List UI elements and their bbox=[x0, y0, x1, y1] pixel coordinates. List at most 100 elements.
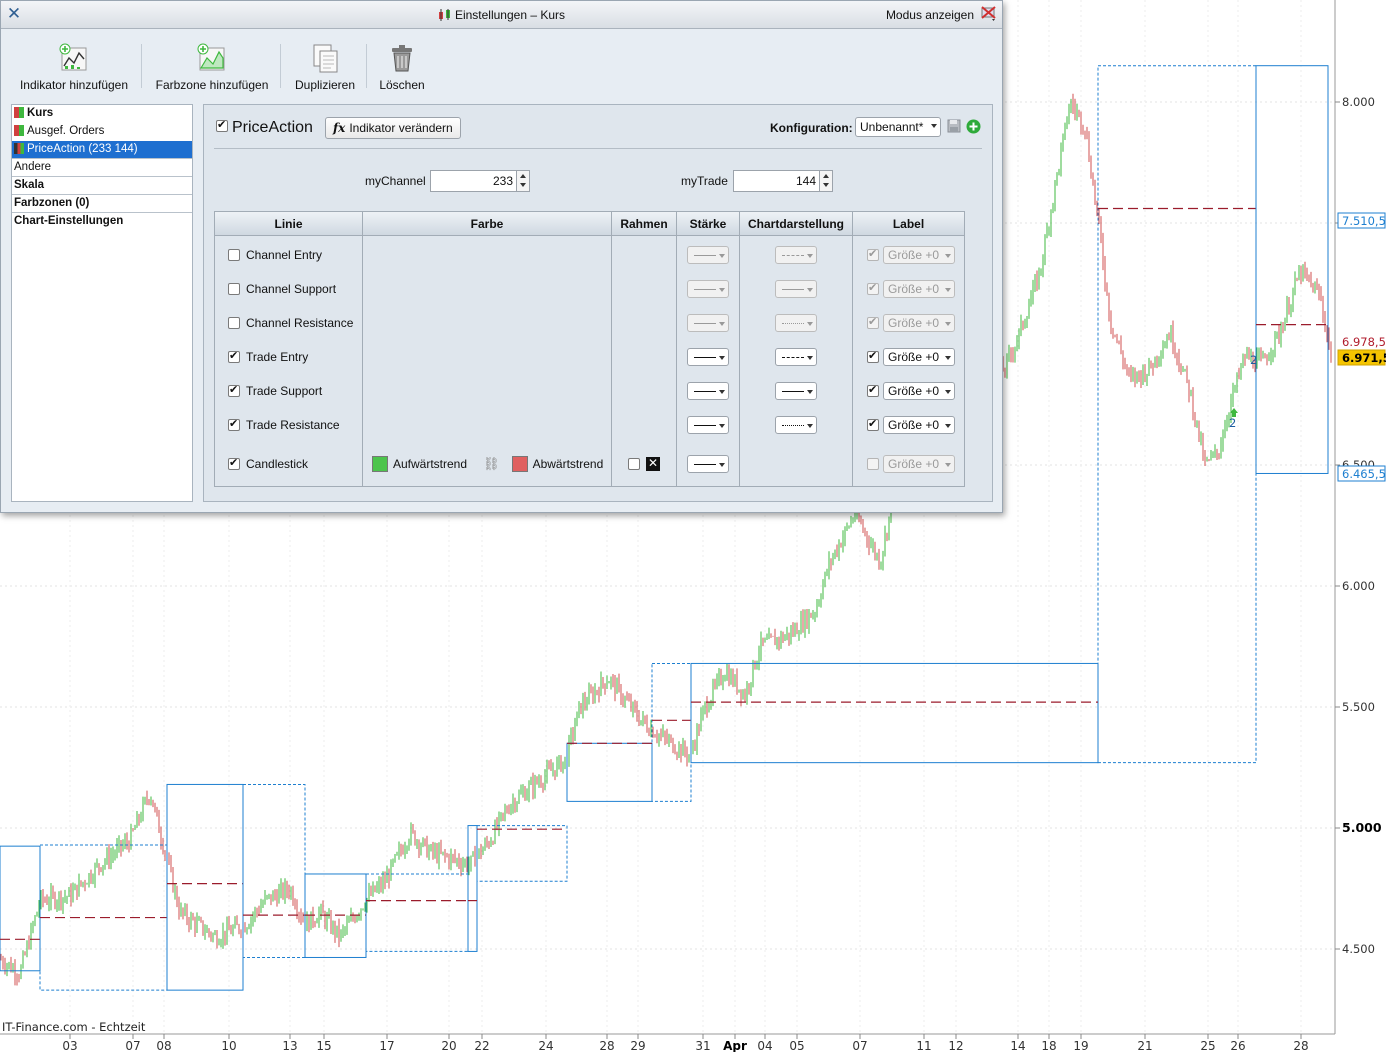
x-tick-label: 28 bbox=[1293, 1039, 1308, 1052]
mychannel-stepper[interactable]: 233 bbox=[430, 170, 530, 192]
line-width-select[interactable] bbox=[687, 382, 729, 400]
label-checkbox[interactable] bbox=[867, 315, 879, 329]
label-checkbox[interactable] bbox=[867, 281, 879, 295]
add-colorzone-label: Farbzone hinzufügen bbox=[155, 78, 269, 92]
x-tick-label: 28 bbox=[599, 1039, 614, 1052]
price-tag: 6.978,5 bbox=[1342, 335, 1386, 349]
label-size-select[interactable]: Größe +0 bbox=[883, 280, 955, 298]
indicator-name: PriceAction bbox=[232, 119, 313, 136]
column-header-staerke: Stärke bbox=[689, 217, 727, 231]
line-visible-checkbox[interactable] bbox=[228, 383, 240, 397]
uptrend-color-swatch[interactable] bbox=[372, 456, 388, 472]
line-width-select[interactable] bbox=[687, 314, 729, 332]
line-name: Channel Resistance bbox=[246, 316, 354, 330]
table-row: Channel Resistance Größe +0 bbox=[215, 306, 964, 340]
tree-item-chart-settings[interactable]: Chart-Einstellungen bbox=[12, 213, 192, 231]
line-name: Trade Support bbox=[246, 384, 323, 398]
line-style-select[interactable] bbox=[775, 348, 817, 366]
line-width-select[interactable] bbox=[687, 416, 729, 434]
change-indicator-button[interactable]: fx Indikator verändern bbox=[325, 117, 461, 139]
link-chain-icon[interactable]: ⛓ bbox=[483, 456, 500, 472]
y-tick-label: 5.000 bbox=[1342, 820, 1382, 835]
line-style-select[interactable] bbox=[775, 416, 817, 434]
line-width-select[interactable] bbox=[687, 280, 729, 298]
stepper-up-icon[interactable] bbox=[520, 174, 526, 178]
x-tick-label: 24 bbox=[538, 1039, 553, 1052]
add-indicator-button[interactable]: Indikator hinzufügen bbox=[15, 42, 133, 92]
add-colorzone-button[interactable]: Farbzone hinzufügen bbox=[151, 42, 273, 92]
line-width-select[interactable] bbox=[687, 348, 729, 366]
stepper-down-icon[interactable] bbox=[823, 183, 829, 187]
chevron-down-icon bbox=[719, 356, 725, 360]
label-size-select[interactable]: Größe +0 bbox=[883, 348, 955, 366]
save-icon[interactable] bbox=[947, 119, 961, 133]
label-size-select[interactable]: Größe +0 bbox=[883, 314, 955, 332]
toolbar-divider bbox=[366, 44, 367, 88]
mytrade-label: myTrade bbox=[681, 174, 728, 188]
chevron-down-icon bbox=[931, 124, 937, 128]
line-style-select[interactable] bbox=[775, 314, 817, 332]
tree-item-kurs[interactable]: Kurs bbox=[12, 105, 192, 123]
x-tick-label: 13 bbox=[282, 1039, 297, 1052]
line-width-select[interactable] bbox=[687, 246, 729, 264]
data-source-label: IT-Finance.com - Echtzeit bbox=[2, 1020, 146, 1034]
configuration-label: Konfiguration: bbox=[770, 121, 853, 135]
x-tick-label: 29 bbox=[630, 1039, 645, 1052]
candlestick-checkbox[interactable] bbox=[228, 456, 240, 470]
tree-item-farbzonen[interactable]: Farbzonen (0) bbox=[12, 195, 192, 213]
tree-item-priceaction[interactable]: PriceAction (233 144) bbox=[12, 141, 192, 159]
line-visible-checkbox[interactable] bbox=[228, 317, 240, 329]
label-checkbox[interactable] bbox=[867, 247, 879, 261]
x-tick-label: 03 bbox=[62, 1039, 77, 1052]
line-name: Trade Resistance bbox=[246, 418, 340, 432]
candlestick-label: Candlestick bbox=[246, 457, 309, 471]
tree-item-skala[interactable]: Skala bbox=[12, 177, 192, 195]
candlestick-label-checkbox[interactable] bbox=[867, 458, 879, 470]
x-tick-label: 07 bbox=[125, 1039, 140, 1052]
mytrade-stepper[interactable]: 144 bbox=[733, 170, 833, 192]
y-tick-label: 5.500 bbox=[1342, 700, 1375, 714]
column-header-rahmen: Rahmen bbox=[620, 217, 668, 231]
y-tick-label: 6.000 bbox=[1342, 579, 1375, 593]
line-visible-checkbox[interactable] bbox=[228, 249, 240, 261]
add-configuration-icon[interactable] bbox=[966, 119, 981, 134]
x-tick-label: 31 bbox=[695, 1039, 710, 1052]
candlestick-width-select[interactable] bbox=[687, 455, 729, 473]
mychannel-value: 233 bbox=[492, 174, 513, 188]
tree-item-orders[interactable]: Ausgef. Orders bbox=[12, 123, 192, 141]
configuration-select[interactable]: Unbenannt* bbox=[855, 117, 941, 137]
line-visible-checkbox[interactable] bbox=[228, 283, 240, 295]
price-tag: 6.971,5 bbox=[1342, 351, 1386, 365]
x-tick-label: 14 bbox=[1010, 1039, 1025, 1052]
stepper-down-icon[interactable] bbox=[520, 183, 526, 187]
show-mode-button[interactable]: Modus anzeigen bbox=[886, 8, 974, 22]
x-tick-label: 12 bbox=[948, 1039, 963, 1052]
label-size-select[interactable]: Größe +0 bbox=[883, 246, 955, 264]
line-style-select[interactable] bbox=[775, 382, 817, 400]
label-size-select[interactable]: Größe +0 bbox=[883, 382, 955, 400]
frame-color-swatch[interactable]: ✕ bbox=[646, 457, 660, 471]
line-style-select[interactable] bbox=[775, 246, 817, 264]
line-visible-checkbox[interactable] bbox=[228, 417, 240, 431]
mode-toggle-icon[interactable] bbox=[980, 5, 998, 23]
x-tick-label: 21 bbox=[1137, 1039, 1152, 1052]
stepper-up-icon[interactable] bbox=[823, 174, 829, 178]
duplicate-button[interactable]: Duplizieren bbox=[289, 42, 361, 92]
frame-checkbox[interactable] bbox=[628, 458, 640, 470]
label-checkbox[interactable] bbox=[867, 417, 879, 431]
delete-button[interactable]: Löschen bbox=[374, 42, 430, 92]
candle-chart-icon bbox=[438, 9, 450, 21]
label-checkbox[interactable] bbox=[867, 383, 879, 397]
x-tick-label: 11 bbox=[916, 1039, 931, 1052]
tree-item-andere[interactable]: Andere bbox=[12, 159, 192, 177]
toolbar-divider bbox=[280, 44, 281, 88]
label-size-select[interactable]: Größe +0 bbox=[883, 416, 955, 434]
downtrend-color-swatch[interactable] bbox=[511, 456, 528, 472]
x-tick-label: 25 bbox=[1200, 1039, 1215, 1052]
indicator-enabled-checkbox[interactable] bbox=[216, 118, 228, 132]
x-tick-label: 04 bbox=[757, 1039, 772, 1052]
candlestick-label-size-select[interactable]: Größe +0 bbox=[883, 455, 955, 473]
line-visible-checkbox[interactable] bbox=[228, 349, 240, 363]
line-style-select[interactable] bbox=[775, 280, 817, 298]
label-checkbox[interactable] bbox=[867, 349, 879, 363]
